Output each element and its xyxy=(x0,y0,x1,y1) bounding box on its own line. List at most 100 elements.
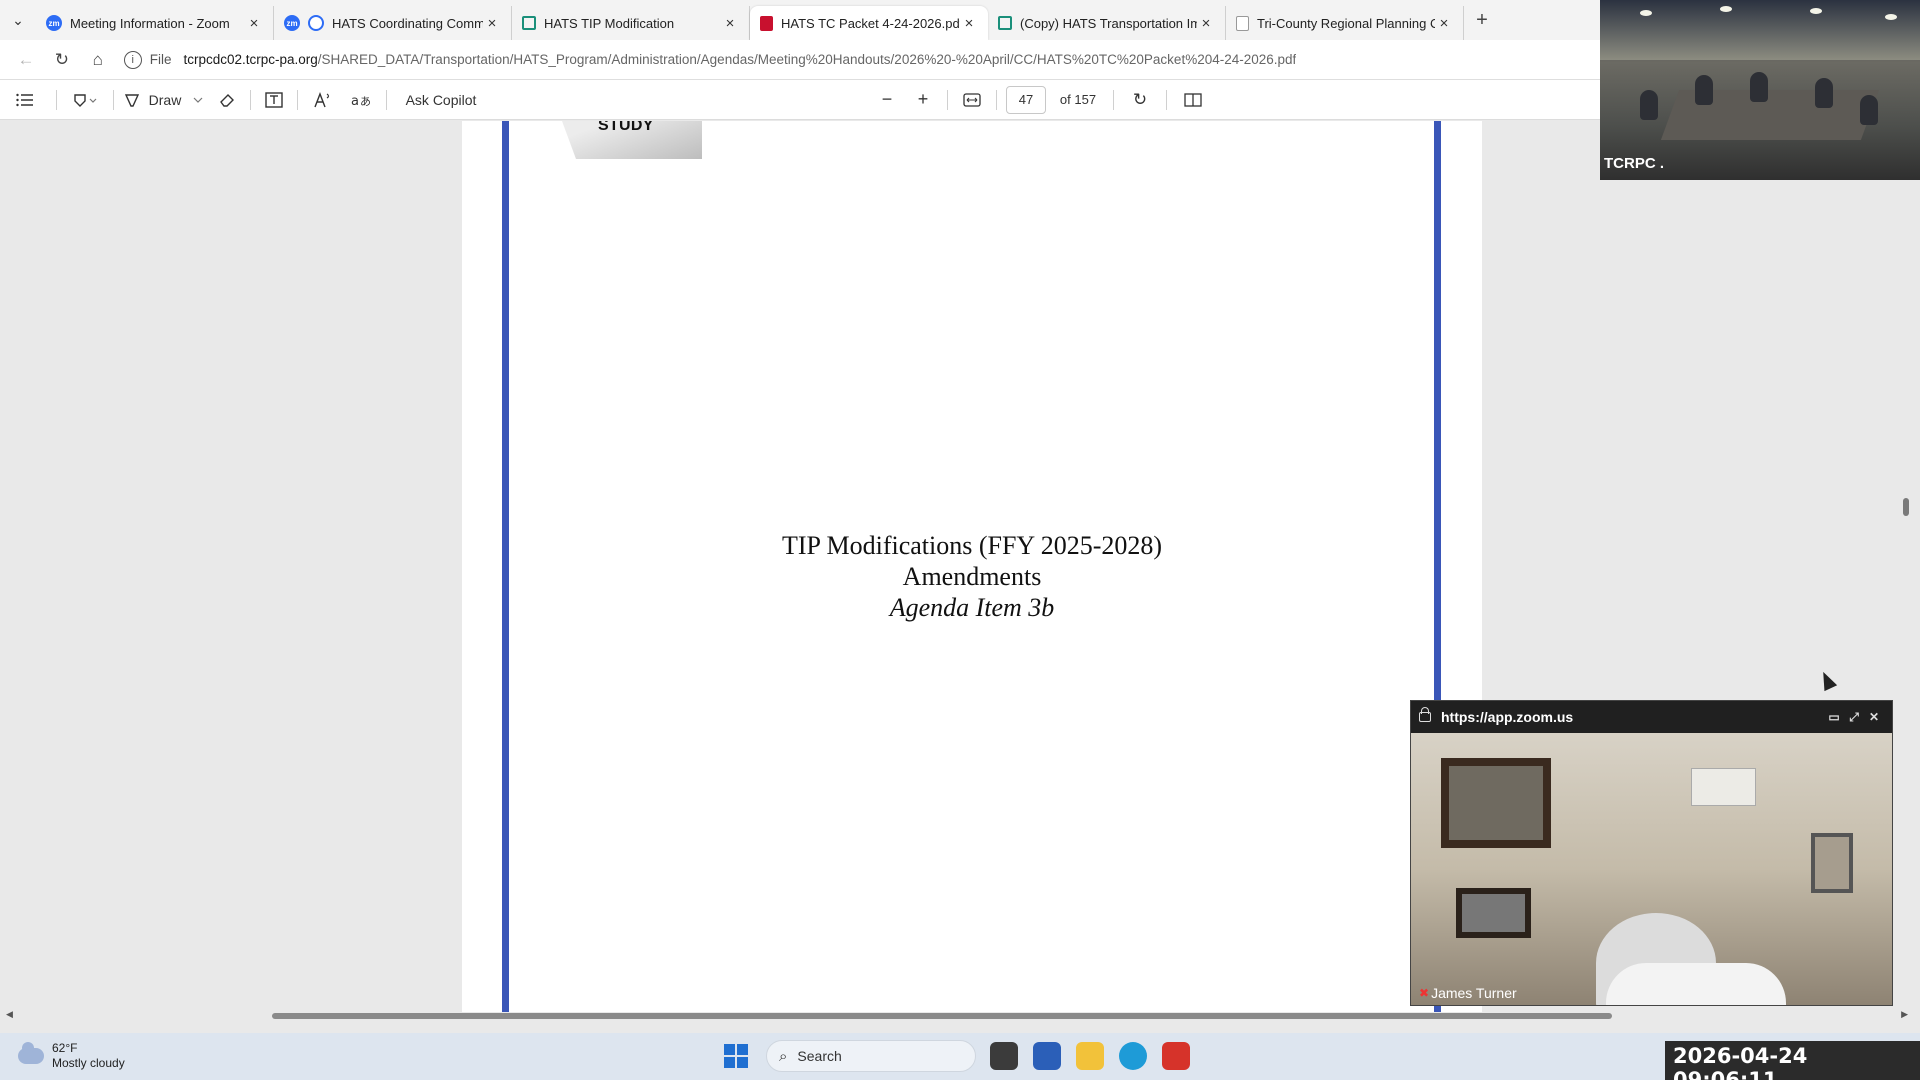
windows-start-icon[interactable] xyxy=(724,1044,748,1068)
close-tab-icon[interactable]: × xyxy=(483,15,501,32)
file-explorer-icon[interactable] xyxy=(1076,1042,1104,1070)
horizontal-scrollbar-thumb[interactable] xyxy=(272,1013,1612,1019)
chevron-down-icon: ⌄ xyxy=(12,11,24,28)
contents-list-icon[interactable] xyxy=(0,86,50,114)
tab-actions-menu-button[interactable]: ⌄ xyxy=(0,0,36,40)
info-icon[interactable]: i xyxy=(123,50,142,69)
page-number-container: 47 xyxy=(1003,85,1049,114)
wall-picture-frame xyxy=(1441,758,1551,848)
weather-description: Mostly cloudy xyxy=(52,1056,125,1070)
scroll-left-arrow-icon[interactable]: ◀ xyxy=(6,1009,13,1020)
scroll-right-arrow-icon[interactable]: ▶ xyxy=(1901,1009,1908,1020)
page-number-input[interactable]: 47 xyxy=(1006,85,1046,114)
svg-text:a: a xyxy=(351,94,359,108)
url-field[interactable]: i File tcrpcdc02.tcrpc-pa.org /SHARED_DA… xyxy=(123,45,1600,75)
horizontal-scrollbar[interactable]: ◀ ▶ xyxy=(6,1009,1908,1021)
tab-hats-tip-modification[interactable]: HATS TIP Modification × xyxy=(512,6,750,40)
conference-table xyxy=(1660,90,1880,140)
tab-label: HATS Coordinating Committee xyxy=(332,15,483,31)
url-host: tcrpcdc02.tcrpc-pa.org xyxy=(183,52,318,67)
page-icon xyxy=(1236,15,1249,31)
meeting-attendee xyxy=(1750,72,1768,102)
vertical-scrollbar-thumb[interactable] xyxy=(1903,498,1909,516)
page-view-icon[interactable] xyxy=(1173,86,1213,114)
tab-hats-tc-packet-pdf[interactable]: HATS TC Packet 4-24-2026.pdf × xyxy=(750,6,988,40)
tab-copy-hats-transportation[interactable]: (Copy) HATS Transportation Impro × xyxy=(988,6,1226,40)
microsoft-365-icon[interactable] xyxy=(1033,1042,1061,1070)
close-tab-icon[interactable]: × xyxy=(960,15,978,32)
speaker-video-feed: ✖ James Turner xyxy=(1411,733,1892,1005)
speaker-shirt xyxy=(1606,963,1786,1005)
ceiling-light xyxy=(1720,6,1732,12)
highlight-icon[interactable] xyxy=(63,86,107,114)
toolbar-divider xyxy=(113,89,114,110)
ask-copilot-button[interactable]: Ask Copilot xyxy=(393,86,489,114)
close-icon[interactable]: ✕ xyxy=(1864,710,1884,724)
task-view-icon[interactable] xyxy=(990,1042,1018,1070)
pdf-page: STUDY TIP Modifications (FFY 2025-2028) … xyxy=(462,121,1482,1012)
air-conditioner xyxy=(1691,768,1756,806)
zoom-out-button[interactable]: − xyxy=(869,86,905,114)
tab-label: Tri-County Regional Planning Com xyxy=(1257,15,1435,31)
wall-picture-frame xyxy=(1456,888,1531,938)
speaker-name: James Turner xyxy=(1431,985,1517,1001)
video-camera-icon[interactable]: ▭ xyxy=(1824,710,1844,724)
windows-taskbar: 62°F Mostly cloudy ⌕ Search xyxy=(0,1033,1920,1080)
text-box-icon[interactable] xyxy=(257,86,291,114)
page-total-label: of 157 xyxy=(1059,92,1097,107)
toolbar-divider xyxy=(250,89,251,110)
toolbar-divider xyxy=(386,89,387,110)
draw-pen-icon[interactable] xyxy=(120,86,144,114)
meeting-attendee xyxy=(1695,75,1713,105)
reload-button[interactable]: ↻ xyxy=(44,50,80,70)
rotate-icon[interactable]: ↻ xyxy=(1120,86,1160,114)
sheets-icon xyxy=(998,16,1012,30)
zoom-icon: zm xyxy=(46,15,62,31)
gallery-participant-label: TCRPC . xyxy=(1604,155,1664,172)
back-button[interactable]: ← xyxy=(8,50,44,70)
home-button[interactable]: ⌂ xyxy=(80,50,116,70)
read-aloud-icon[interactable] xyxy=(304,86,342,114)
weather-text: 62°F Mostly cloudy xyxy=(52,1041,125,1071)
edge-browser-icon[interactable] xyxy=(1119,1042,1147,1070)
tab-tri-county-regional-planning[interactable]: Tri-County Regional Planning Com × xyxy=(1226,6,1464,40)
address-bar-row: ← ↻ ⌂ i File tcrpcdc02.tcrpc-pa.org /SHA… xyxy=(0,40,1600,80)
draw-button[interactable]: Draw xyxy=(144,86,186,114)
toolbar-divider xyxy=(947,89,948,110)
acrobat-icon[interactable] xyxy=(1162,1042,1190,1070)
fit-to-width-icon[interactable] xyxy=(954,86,990,114)
close-tab-icon[interactable]: × xyxy=(245,15,263,32)
conference-room-wall xyxy=(1600,0,1920,60)
document-title: TIP Modifications (FFY 2025-2028) xyxy=(781,531,1163,560)
browser-tab-strip: ⌄ zm Meeting Information - Zoom × zm HAT… xyxy=(0,0,1600,40)
pdf-toolbar: Draw aあ Ask Copilot − + 47 of 157 ↻ xyxy=(0,80,1600,120)
cloudy-weather-icon xyxy=(18,1042,44,1064)
tab-hats-coordinating-committee[interactable]: zm HATS Coordinating Committee × xyxy=(274,6,512,40)
zoom-popup-window[interactable]: https://app.zoom.us ▭ ⤢ ✕ ✖ James Turner xyxy=(1410,700,1893,1006)
eraser-icon[interactable] xyxy=(210,86,244,114)
taskbar-search-box[interactable]: ⌕ Search xyxy=(766,1040,976,1072)
speaker-name-label: ✖ James Turner xyxy=(1419,985,1517,1001)
pdf-icon xyxy=(760,15,773,31)
weather-widget[interactable]: 62°F Mostly cloudy xyxy=(18,1041,125,1071)
tab-label: Meeting Information - Zoom xyxy=(70,15,230,31)
svg-text:あ: あ xyxy=(360,95,371,108)
zoom-gallery-video[interactable]: TCRPC . xyxy=(1600,0,1920,180)
url-scheme: File xyxy=(149,52,172,67)
close-tab-icon[interactable]: × xyxy=(1435,15,1453,32)
ceiling-light xyxy=(1810,8,1822,14)
close-tab-icon[interactable]: × xyxy=(721,15,739,32)
sheets-icon xyxy=(522,16,536,30)
lock-icon xyxy=(1419,707,1431,722)
draw-options-chevron-icon[interactable] xyxy=(186,86,210,114)
expand-icon[interactable]: ⤢ xyxy=(1844,710,1864,725)
zoom-in-button[interactable]: + xyxy=(905,86,941,114)
translate-icon[interactable]: aあ xyxy=(342,86,380,114)
wall-picture-frame xyxy=(1811,833,1853,893)
study-logo-text: STUDY xyxy=(598,121,654,134)
tab-meeting-information-zoom[interactable]: zm Meeting Information - Zoom × xyxy=(36,6,274,40)
new-tab-button[interactable]: + xyxy=(1464,9,1500,32)
document-subtitle: Amendments xyxy=(902,562,1042,591)
close-tab-icon[interactable]: × xyxy=(1197,15,1215,32)
recording-icon xyxy=(308,15,324,31)
